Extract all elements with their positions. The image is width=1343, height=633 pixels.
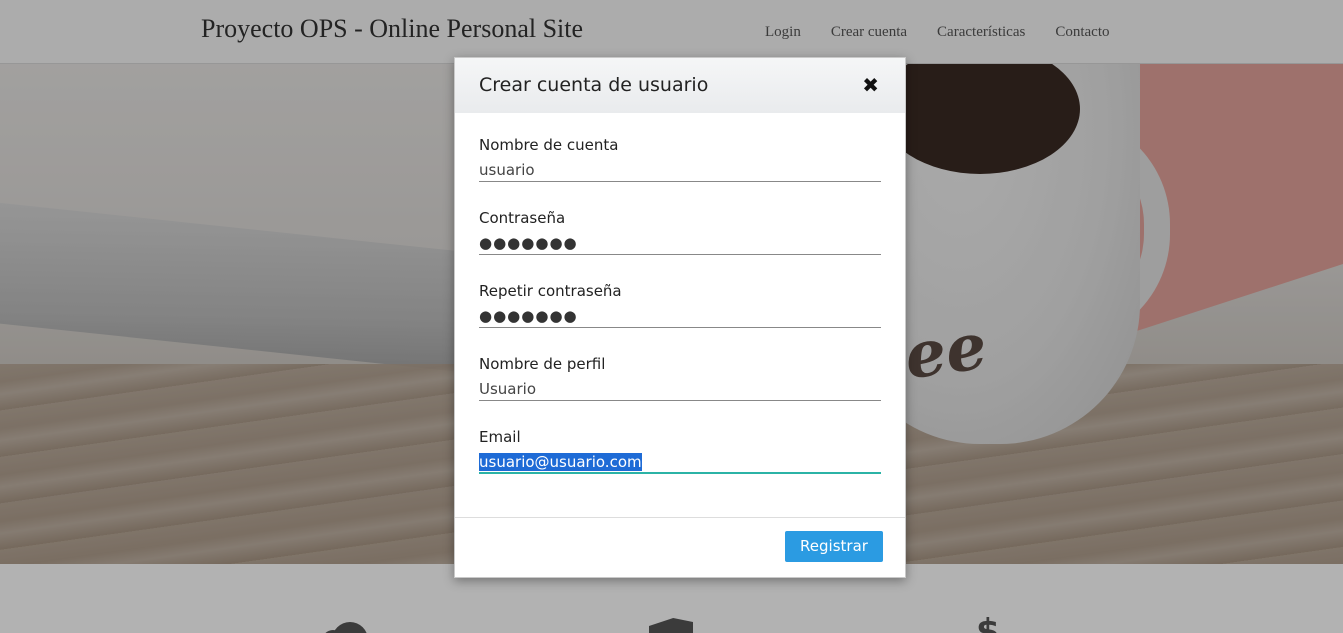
email-label: Email	[479, 428, 521, 446]
account-name-field: Nombre de cuenta usuario	[479, 135, 881, 182]
modal-footer-divider	[455, 517, 905, 518]
password-input[interactable]: ●●●●●●●	[479, 233, 881, 255]
email-field: Email usuario@usuario.com	[479, 427, 881, 474]
modal-header: Crear cuenta de usuario ✖	[455, 58, 905, 113]
repeat-password-label: Repetir contraseña	[479, 282, 622, 300]
password-label: Contraseña	[479, 209, 566, 227]
repeat-password-field: Repetir contraseña ●●●●●●●	[479, 281, 881, 328]
email-selected-text: usuario@usuario.com	[479, 453, 642, 471]
repeat-password-input[interactable]: ●●●●●●●	[479, 306, 881, 328]
modal-title: Crear cuenta de usuario	[479, 74, 709, 96]
email-input[interactable]: usuario@usuario.com	[479, 452, 881, 474]
close-icon[interactable]: ✖	[862, 74, 879, 96]
account-name-input[interactable]: usuario	[479, 160, 881, 182]
account-name-label: Nombre de cuenta	[479, 136, 619, 154]
profile-name-label: Nombre de perfil	[479, 355, 606, 373]
profile-name-field: Nombre de perfil Usuario	[479, 354, 881, 401]
create-account-modal: Crear cuenta de usuario ✖ Nombre de cuen…	[454, 57, 906, 578]
register-button[interactable]: Registrar	[785, 531, 883, 562]
profile-name-input[interactable]: Usuario	[479, 379, 881, 401]
password-field: Contraseña ●●●●●●●	[479, 208, 881, 255]
